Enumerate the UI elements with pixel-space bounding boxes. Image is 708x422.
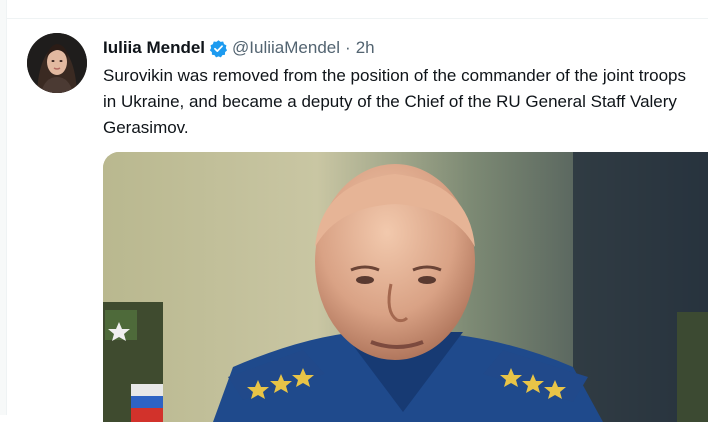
left-column-edge (0, 0, 7, 415)
tweet-photo[interactable] (103, 152, 708, 422)
header-separator: · (345, 38, 351, 57)
author-avatar[interactable] (27, 33, 87, 93)
verified-badge-icon (209, 39, 228, 58)
previous-tweet-edge (0, 0, 708, 19)
tweet-card[interactable]: Iuliia Mendel @IuliiaMendel · 2h Surovik… (7, 19, 708, 422)
author-name[interactable]: Iuliia Mendel (103, 38, 205, 58)
tweet-header: Iuliia Mendel @IuliiaMendel · 2h (103, 37, 375, 59)
tweet-timestamp[interactable]: 2h (356, 38, 375, 58)
tweet-text: Surovikin was removed from the position … (103, 66, 687, 137)
author-handle[interactable]: @IuliiaMendel (232, 38, 340, 58)
